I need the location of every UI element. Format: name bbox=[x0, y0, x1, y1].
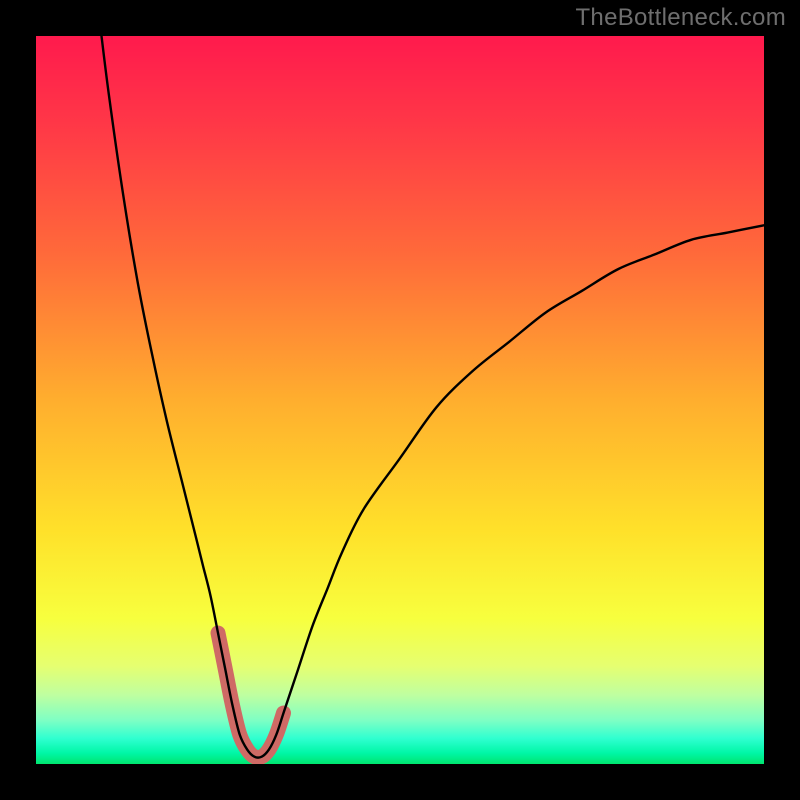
watermark-label: TheBottleneck.com bbox=[575, 4, 786, 32]
figure-frame: TheBottleneck.com bbox=[0, 0, 800, 800]
bottleneck-chart bbox=[36, 36, 764, 764]
plot-area bbox=[36, 36, 764, 764]
gradient-background bbox=[36, 36, 764, 764]
